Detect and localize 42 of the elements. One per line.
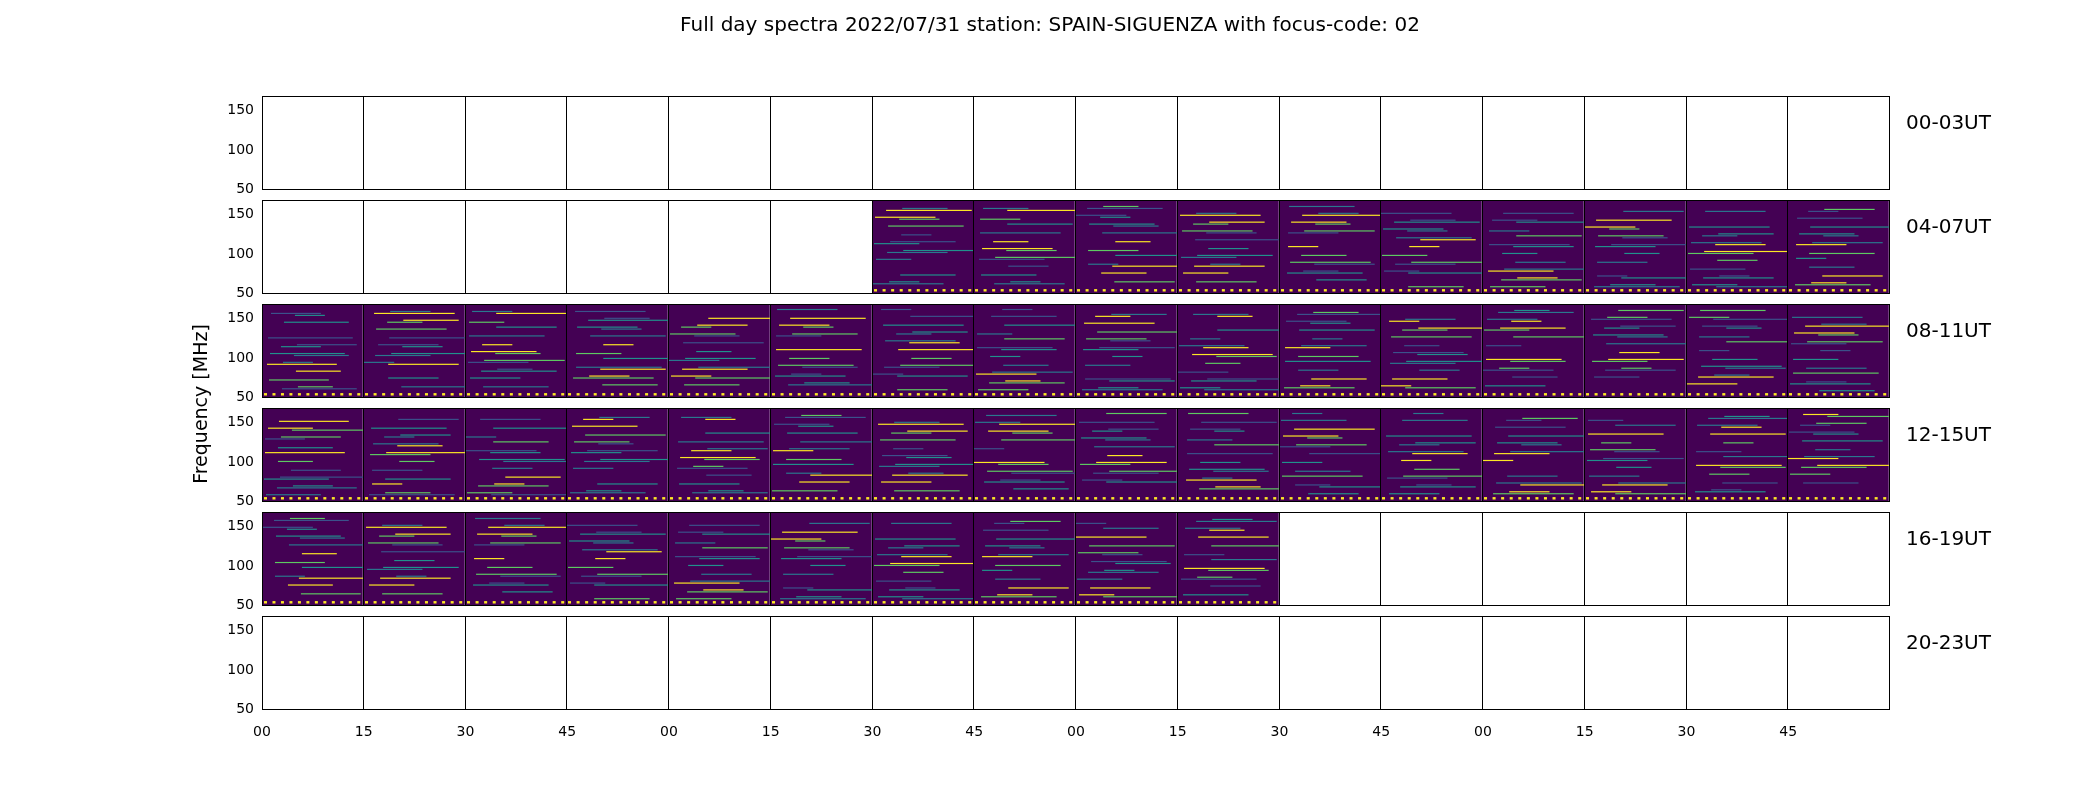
x-tick-label: 15 (354, 723, 373, 739)
row-time-label: 12-15UT (1905, 421, 1992, 448)
x-tick-label: 45 (1372, 723, 1391, 739)
x-tick-label: 30 (863, 723, 882, 739)
x-tick-label: 45 (558, 723, 577, 739)
x-tick-label: 00 (253, 723, 271, 739)
y-tick-label: 100 (227, 141, 254, 157)
x-tick-label: 30 (1270, 723, 1289, 739)
y-tick-label: 50 (236, 285, 254, 300)
y-tick-label: 50 (236, 181, 254, 196)
x-tick-label: 15 (1168, 723, 1187, 739)
x-tick-label: 15 (1575, 723, 1594, 739)
y-tick-label: 150 (227, 518, 254, 533)
y-tick-label: 100 (227, 661, 254, 677)
y-tick-label: 150 (227, 206, 254, 221)
row-time-label: 16-19UT (1905, 525, 1992, 552)
y-tick-label: 150 (227, 622, 254, 637)
y-tick-label: 50 (236, 597, 254, 612)
y-tick-label: 150 (227, 102, 254, 117)
row-time-label: 20-23UT (1905, 629, 1992, 656)
x-tick-label: 00 (1474, 723, 1492, 739)
row-time-label: 00-03UT (1905, 109, 1992, 136)
figure-title: Full day spectra 2022/07/31 station: SPAIN-SIGUENZA with focus-code: 02 (679, 12, 1421, 36)
row-time-label: 04-07UT (1905, 213, 1992, 240)
y-tick-label: 50 (236, 493, 254, 508)
y-tick-label: 100 (227, 557, 254, 573)
x-tick-label: 30 (456, 723, 475, 739)
y-tick-label: 50 (236, 701, 254, 716)
x-tick-label: 30 (1677, 723, 1696, 739)
y-axis-label: Frequency [MHz] (189, 323, 211, 484)
x-tick-label: 45 (1779, 723, 1798, 739)
y-tick-label: 100 (227, 245, 254, 261)
x-tick-label: 00 (1067, 723, 1085, 739)
y-tick-label: 50 (236, 389, 254, 404)
y-tick-label: 150 (227, 310, 254, 325)
y-tick-label: 100 (227, 453, 254, 469)
x-tick-label: 45 (965, 723, 984, 739)
x-tick-label: 15 (761, 723, 780, 739)
row-time-label: 08-11UT (1905, 317, 1992, 344)
y-tick-label: 100 (227, 349, 254, 365)
x-tick-label: 00 (660, 723, 678, 739)
y-tick-label: 150 (227, 414, 254, 429)
